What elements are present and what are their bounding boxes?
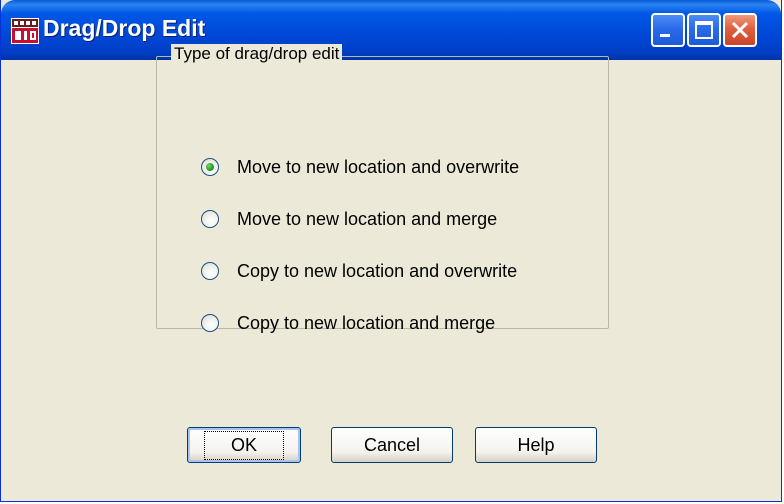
- minimize-button[interactable]: [651, 13, 685, 47]
- close-button[interactable]: [723, 13, 757, 47]
- radio-button[interactable]: [201, 314, 219, 332]
- close-icon: [731, 21, 749, 39]
- radio-button[interactable]: [201, 262, 219, 280]
- window-title: Drag/Drop Edit: [43, 15, 206, 41]
- radio-label: Copy to new location and overwrite: [237, 260, 518, 281]
- dialog-window: Drag/Drop Edit Type of drag/drop edit Mo…: [0, 0, 782, 502]
- groupbox-label: Type of drag/drop edit: [171, 44, 343, 64]
- maximize-icon: [695, 21, 713, 39]
- radio-copy-overwrite[interactable]: Copy to new location and overwrite: [201, 258, 517, 284]
- maximize-button[interactable]: [687, 13, 721, 47]
- radio-label: Move to new location and overwrite: [237, 156, 520, 177]
- title-bar[interactable]: Drag/Drop Edit: [1, 0, 781, 60]
- cancel-button-label: Cancel: [363, 434, 421, 455]
- radio-copy-merge[interactable]: Copy to new location and merge: [201, 310, 495, 336]
- help-button[interactable]: Help: [475, 427, 597, 463]
- ok-button[interactable]: OK: [187, 427, 301, 463]
- app-icon: [11, 18, 39, 44]
- edit-type-groupbox: [156, 56, 609, 329]
- help-button-label: Help: [517, 434, 555, 455]
- ok-button-label: OK: [203, 430, 284, 460]
- radio-move-overwrite[interactable]: Move to new location and overwrite: [201, 154, 519, 180]
- radio-label: Move to new location and merge: [237, 208, 498, 229]
- radio-button[interactable]: [201, 210, 219, 228]
- radio-label: Copy to new location and merge: [237, 312, 496, 333]
- radio-move-merge[interactable]: Move to new location and merge: [201, 206, 497, 232]
- cancel-button[interactable]: Cancel: [331, 427, 453, 463]
- radio-button-checked[interactable]: [201, 158, 219, 176]
- minimize-icon: [660, 34, 670, 37]
